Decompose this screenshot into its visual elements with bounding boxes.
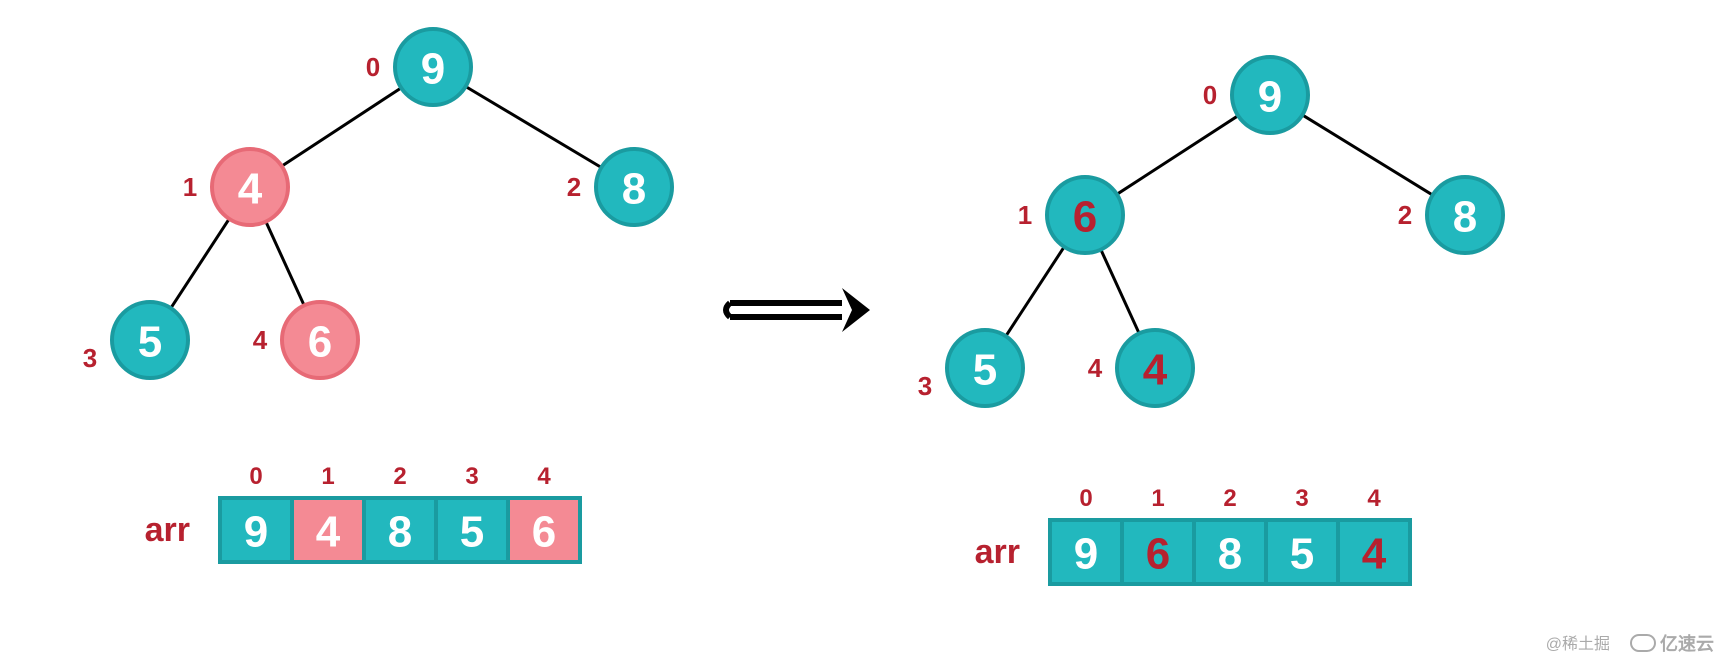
right-tree-node-1-value: 6 (1073, 193, 1097, 242)
right-array-cell-3-index: 3 (1295, 485, 1308, 512)
right-tree-node-4: 44 (1088, 330, 1193, 406)
right-tree-edge-0-1 (1117, 116, 1238, 195)
left-array-cell-2: 82 (364, 463, 436, 562)
left-tree-node-2-value: 8 (622, 165, 646, 214)
right-array-cell-2: 82 (1194, 485, 1266, 584)
left-array-cell-3: 53 (436, 463, 508, 562)
left-array-cell-2-index: 2 (393, 463, 406, 490)
right-tree-edge-1-4 (1101, 250, 1139, 334)
left-array-cell-0-index: 0 (249, 463, 262, 490)
left-tree-node-2: 82 (567, 149, 672, 225)
right-array-cell-3: 53 (1266, 485, 1338, 584)
right-array-cell-1-value: 6 (1146, 530, 1170, 579)
right-array-cell-4-index: 4 (1367, 485, 1381, 512)
right-tree-node-1: 61 (1018, 177, 1123, 253)
right-tree-node-0-value: 9 (1258, 73, 1282, 122)
right-array-cell-3-value: 5 (1290, 530, 1314, 579)
left-array-cell-3-index: 3 (465, 463, 478, 490)
watermark-brand: 亿速云 (1630, 630, 1714, 656)
left-tree-node-4-index: 4 (253, 325, 268, 355)
right-array-cell-0-value: 9 (1074, 530, 1098, 579)
left-array-cell-1-value: 4 (316, 508, 341, 557)
left-array-cell-0: 90 (220, 463, 292, 562)
right-array-cell-1-index: 1 (1151, 485, 1164, 512)
right-array-cell-4-value: 4 (1362, 530, 1387, 579)
right-tree-edge-0-2 (1302, 115, 1432, 195)
right-tree-node-1-index: 1 (1018, 200, 1032, 230)
right-tree-node-2-value: 8 (1453, 193, 1477, 242)
watermark-brand-text: 亿速云 (1660, 630, 1714, 656)
left-tree-node-3-value: 5 (138, 318, 162, 367)
left-tree-node-0: 90 (366, 29, 471, 105)
left-array-cell-2-value: 8 (388, 508, 412, 557)
left-array-label: arr (145, 511, 190, 549)
cloud-icon (1630, 634, 1656, 652)
left-array-cell-4: 64 (508, 463, 580, 562)
left-array-cell-1-index: 1 (321, 463, 334, 490)
heap-diagram: 90418253649061825344arr9041825364arr9061… (0, 0, 1720, 658)
left-tree-node-0-index: 0 (366, 52, 380, 82)
arrow-right-icon (842, 288, 870, 332)
right-tree-node-2-index: 2 (1398, 200, 1412, 230)
right-tree-edge-1-3 (1006, 247, 1064, 336)
left-tree-node-1-value: 4 (238, 165, 263, 214)
left-tree-node-4: 64 (253, 302, 358, 378)
left-array-cell-4-index: 4 (537, 463, 551, 490)
left-tree-edge-1-3 (171, 219, 229, 308)
right-array-cell-2-value: 8 (1218, 530, 1242, 579)
left-array-cell-4-value: 6 (532, 508, 556, 557)
watermark-source: @稀土掘 (1546, 630, 1610, 654)
left-array-cell-3-value: 5 (460, 508, 484, 557)
right-tree-node-0-index: 0 (1203, 80, 1217, 110)
left-tree-node-1-index: 1 (183, 172, 197, 202)
left-array-cell-1: 41 (292, 463, 364, 562)
left-tree-edge-1-4 (266, 222, 304, 306)
right-tree-node-2: 82 (1398, 177, 1503, 253)
right-tree-node-0: 90 (1203, 57, 1308, 133)
left-tree-node-2-index: 2 (567, 172, 581, 202)
left-tree-node-3-index: 3 (83, 343, 97, 373)
left-tree-edge-0-2 (466, 86, 602, 167)
left-tree-node-0-value: 9 (421, 45, 445, 94)
right-tree-node-3-value: 5 (973, 346, 997, 395)
right-array-label: arr (975, 533, 1020, 571)
right-array-cell-1: 61 (1122, 485, 1194, 584)
left-tree-edge-0-1 (282, 88, 401, 166)
right-tree-node-4-value: 4 (1143, 346, 1168, 395)
right-tree-node-3-index: 3 (918, 371, 932, 401)
left-array-cell-0-value: 9 (244, 508, 268, 557)
left-tree-node-4-value: 6 (308, 318, 332, 367)
transition-arrow (726, 288, 870, 332)
left-tree-node-3: 53 (83, 302, 188, 378)
left-tree-node-1: 41 (183, 149, 288, 225)
right-array-cell-2-index: 2 (1223, 485, 1236, 512)
right-array-cell-0: 90 (1050, 485, 1122, 584)
right-tree-node-3: 53 (918, 330, 1023, 406)
right-array-cell-0-index: 0 (1079, 485, 1092, 512)
right-tree-node-4-index: 4 (1088, 353, 1103, 383)
right-array-cell-4: 44 (1338, 485, 1410, 584)
